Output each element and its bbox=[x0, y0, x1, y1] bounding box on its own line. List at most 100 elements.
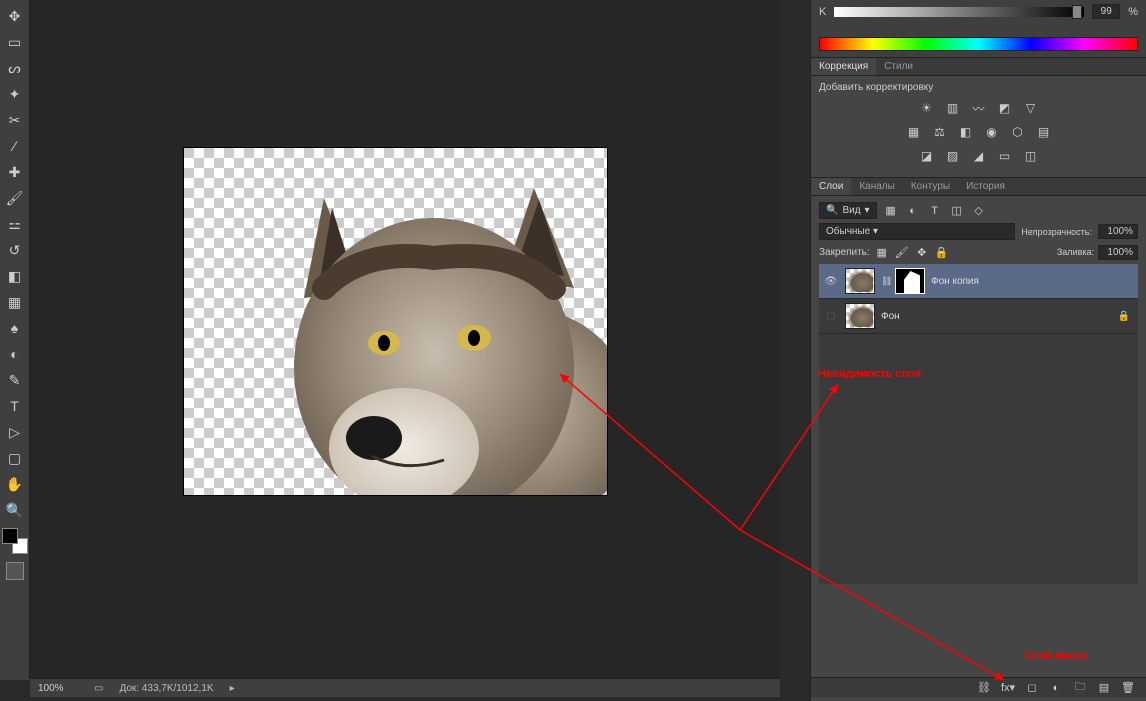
document-canvas[interactable] bbox=[184, 148, 607, 495]
opacity-value[interactable]: 100% bbox=[1098, 224, 1138, 239]
bw-icon[interactable]: ◧ bbox=[956, 123, 976, 141]
zoom-tool-icon[interactable]: 🔍 bbox=[3, 498, 27, 522]
opacity-label: Непрозрачность: bbox=[1021, 227, 1092, 237]
levels-icon[interactable]: ▥ bbox=[943, 99, 963, 117]
exposure-icon[interactable]: ◩ bbox=[995, 99, 1015, 117]
fill-value[interactable]: 100% bbox=[1098, 245, 1138, 260]
filter-type-icon[interactable]: T bbox=[927, 203, 943, 219]
layer-name[interactable]: Фон копия bbox=[931, 276, 1134, 287]
lasso-tool-icon[interactable]: ᔕ bbox=[3, 56, 27, 80]
layer-list: 👁 ⛓ Фон копия ▢ Фон 🔒 bbox=[819, 264, 1138, 584]
lock-position-icon[interactable]: ✥ bbox=[914, 244, 930, 260]
invert-icon[interactable]: ◪ bbox=[917, 147, 937, 165]
filter-smart-icon[interactable]: ◇ bbox=[971, 203, 987, 219]
quickmask-toggle-icon[interactable] bbox=[6, 562, 24, 580]
lock-pixels-icon[interactable]: 🖌 bbox=[894, 244, 910, 260]
layer-mask-thumbnail[interactable] bbox=[895, 268, 925, 294]
tool-palette: ✥ ▭ ᔕ ✦ ✂ ⁄ ✚ 🖌 ⚍ ↺ ◧ ▦ ♠ ◐ ✎ T ▷ ▢ ✋ 🔍 bbox=[0, 0, 30, 680]
color-panel: K 99 % bbox=[811, 0, 1146, 57]
new-adjustment-icon[interactable]: ◐ bbox=[1048, 680, 1064, 696]
filter-shape-icon[interactable]: ◫ bbox=[949, 203, 965, 219]
dodge-tool-icon[interactable]: ◐ bbox=[3, 342, 27, 366]
lock-label: Закрепить: bbox=[819, 247, 870, 258]
gradient-tool-icon[interactable]: ▦ bbox=[3, 290, 27, 314]
photo-filter-icon[interactable]: ◉ bbox=[982, 123, 1002, 141]
percent-label: % bbox=[1128, 6, 1138, 18]
history-brush-tool-icon[interactable]: ↺ bbox=[3, 238, 27, 262]
path-tool-icon[interactable]: ▷ bbox=[3, 420, 27, 444]
layer-fx-icon[interactable]: fx▾ bbox=[1000, 680, 1016, 696]
marquee-tool-icon[interactable]: ▭ bbox=[3, 30, 27, 54]
blend-mode-select[interactable]: Обычные ▾ bbox=[819, 223, 1015, 240]
blur-tool-icon[interactable]: ♠ bbox=[3, 316, 27, 340]
vibrance-icon[interactable]: ▽ bbox=[1021, 99, 1041, 117]
channel-mixer-icon[interactable]: ⬡ bbox=[1008, 123, 1028, 141]
visibility-eye-icon[interactable]: 👁 bbox=[823, 273, 839, 289]
layers-panel: Слои Каналы Контуры История 🔍 Вид ▾ ▦ ◐ … bbox=[811, 178, 1146, 701]
lock-all-icon[interactable]: 🔒 bbox=[934, 244, 950, 260]
hand-tool-icon[interactable]: ✋ bbox=[3, 472, 27, 496]
type-tool-icon[interactable]: T bbox=[3, 394, 27, 418]
pen-tool-icon[interactable]: ✎ bbox=[3, 368, 27, 392]
threshold-icon[interactable]: ◢ bbox=[969, 147, 989, 165]
k-slider[interactable] bbox=[834, 7, 1084, 17]
layer-name[interactable]: Фон bbox=[881, 311, 1112, 322]
doc-info: Док: 433,7K/1012,1K bbox=[119, 683, 213, 694]
doc-info-flyout-icon[interactable]: ▸ bbox=[230, 683, 235, 694]
curves-icon[interactable]: 〰 bbox=[969, 99, 989, 117]
visibility-eye-icon[interactable]: ▢ bbox=[823, 308, 839, 324]
tab-paths[interactable]: Контуры bbox=[903, 178, 958, 195]
new-group-icon[interactable]: 🗀 bbox=[1072, 680, 1088, 696]
tab-styles[interactable]: Стили bbox=[876, 58, 921, 75]
lookup-icon[interactable]: ▤ bbox=[1034, 123, 1054, 141]
tab-history[interactable]: История bbox=[958, 178, 1013, 195]
foreground-color-swatch[interactable] bbox=[2, 528, 18, 544]
fill-label: Заливка: bbox=[1057, 247, 1094, 257]
filter-pixel-icon[interactable]: ▦ bbox=[883, 203, 899, 219]
layer-filter-select[interactable]: 🔍 Вид ▾ bbox=[819, 202, 877, 219]
wolf-image bbox=[264, 158, 607, 495]
canvas-area[interactable] bbox=[30, 0, 780, 678]
move-tool-icon[interactable]: ✥ bbox=[3, 4, 27, 28]
heal-tool-icon[interactable]: ✚ bbox=[3, 160, 27, 184]
link-layers-icon[interactable]: ⛓ bbox=[976, 680, 992, 696]
color-balance-icon[interactable]: ⚖ bbox=[930, 123, 950, 141]
brightness-contrast-icon[interactable]: ☀ bbox=[917, 99, 937, 117]
tab-channels[interactable]: Каналы bbox=[851, 178, 903, 195]
delete-layer-icon[interactable]: 🗑 bbox=[1120, 680, 1136, 696]
hue-sat-icon[interactable]: ▦ bbox=[904, 123, 924, 141]
crop-tool-icon[interactable]: ✂ bbox=[3, 108, 27, 132]
color-spectrum[interactable] bbox=[819, 37, 1138, 51]
nav-preview-icon[interactable]: ▭ bbox=[94, 683, 103, 694]
lock-icon: 🔒 bbox=[1118, 311, 1130, 322]
gradient-map-icon[interactable]: ▭ bbox=[995, 147, 1015, 165]
posterize-icon[interactable]: ▨ bbox=[943, 147, 963, 165]
eraser-tool-icon[interactable]: ◧ bbox=[3, 264, 27, 288]
right-panels: K 99 % Коррекция Стили Добавить корректи… bbox=[810, 0, 1146, 701]
color-channel-label: K bbox=[819, 6, 826, 18]
tab-adjustments[interactable]: Коррекция bbox=[811, 58, 876, 75]
wand-tool-icon[interactable]: ✦ bbox=[3, 82, 27, 106]
add-adjustment-label: Добавить корректировку bbox=[819, 82, 1138, 93]
zoom-level[interactable]: 100% bbox=[38, 683, 78, 694]
new-layer-icon[interactable]: ▤ bbox=[1096, 680, 1112, 696]
lock-transparency-icon[interactable]: ▦ bbox=[874, 244, 890, 260]
k-value-field[interactable]: 99 bbox=[1092, 4, 1120, 19]
filter-adjust-icon[interactable]: ◐ bbox=[905, 203, 921, 219]
eyedropper-tool-icon[interactable]: ⁄ bbox=[3, 134, 27, 158]
color-swatches[interactable] bbox=[2, 528, 28, 554]
tab-layers[interactable]: Слои bbox=[811, 178, 851, 195]
add-mask-icon[interactable]: ◻ bbox=[1024, 680, 1040, 696]
layer-row[interactable]: 👁 ⛓ Фон копия bbox=[819, 264, 1138, 299]
brush-tool-icon[interactable]: 🖌 bbox=[3, 186, 27, 210]
layer-thumbnail[interactable] bbox=[845, 268, 875, 294]
adjustments-panel: Коррекция Стили Добавить корректировку ☀… bbox=[811, 58, 1146, 177]
shape-tool-icon[interactable]: ▢ bbox=[3, 446, 27, 470]
stamp-tool-icon[interactable]: ⚍ bbox=[3, 212, 27, 236]
status-bar: 100% ▭ Док: 433,7K/1012,1K ▸ bbox=[30, 678, 780, 697]
layer-thumbnail[interactable] bbox=[845, 303, 875, 329]
layer-row[interactable]: ▢ Фон 🔒 bbox=[819, 299, 1138, 334]
mask-link-icon[interactable]: ⛓ bbox=[881, 276, 889, 287]
layers-bottom-bar: ⛓ fx▾ ◻ ◐ 🗀 ▤ 🗑 bbox=[811, 677, 1146, 697]
selective-color-icon[interactable]: ◫ bbox=[1021, 147, 1041, 165]
